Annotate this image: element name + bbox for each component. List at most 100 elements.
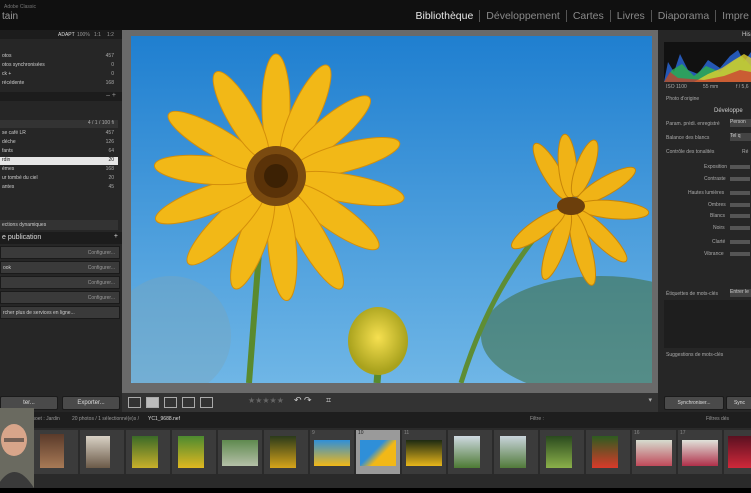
collection-item[interactable]: se café LR457 [0, 130, 118, 138]
filmstrip-thumb[interactable] [448, 430, 492, 474]
find-more-services[interactable]: rcher plus de services en ligne... [0, 306, 120, 319]
slider-label: Clarté [712, 239, 725, 245]
collection-label: rdin [2, 157, 10, 163]
clarity-slider[interactable] [730, 240, 750, 244]
keywords-input[interactable]: Entrer le [730, 289, 751, 297]
zoom-1-2[interactable]: 1:2 [107, 32, 114, 38]
zoom-1-1[interactable]: 1:1 [94, 32, 101, 38]
filmstrip-thumb[interactable] [218, 430, 262, 474]
catalog-row[interactable]: récédente168 [0, 80, 118, 88]
catalog-row[interactable]: otos synchronisées 0 [0, 62, 118, 70]
module-library[interactable]: Bibliothèque [410, 10, 480, 22]
grid-view-icon[interactable] [128, 397, 141, 408]
slider-label: Ombres [708, 202, 726, 208]
filmstrip-thumb[interactable] [586, 430, 630, 474]
module-maps[interactable]: Cartes [566, 10, 610, 22]
quick-develop-title: Développe [714, 108, 743, 114]
filmstrip-thumb[interactable]: 17 [678, 430, 722, 474]
main-photo[interactable] [131, 36, 652, 383]
survey-view-icon[interactable] [182, 397, 195, 408]
compare-view-icon[interactable] [164, 397, 177, 408]
rotate-icon[interactable]: ↶ ↷ [294, 395, 312, 406]
toolbar-menu-icon[interactable]: ▾ [648, 396, 652, 404]
publish-services-header: e publication + [0, 232, 122, 244]
filmstrip-source[interactable]: ssoet : Jardin [30, 416, 60, 422]
collapse-icon[interactable]: – + [106, 92, 116, 99]
whites-slider[interactable] [730, 214, 750, 218]
filmstrip-thumb-selected[interactable]: 10 [356, 430, 400, 474]
collection-item[interactable]: déche126 [0, 139, 118, 147]
filmstrip-thumb[interactable] [80, 430, 124, 474]
catalog-row-count: 0 [111, 62, 114, 68]
configure-link[interactable]: Configurer... [88, 280, 115, 286]
module-print[interactable]: Impre [715, 10, 751, 22]
catalog-row[interactable]: otos457 [0, 53, 118, 61]
filmstrip-thumb[interactable] [172, 430, 216, 474]
slider-label: Exposition [704, 164, 727, 170]
tone-reset[interactable]: Ré [742, 149, 748, 155]
people-view-icon[interactable] [200, 397, 213, 408]
sync-metadata-button[interactable]: Sync [726, 396, 751, 410]
publish-service[interactable]: Configurer... [0, 291, 120, 304]
collection-label: déche [2, 139, 16, 145]
publish-service[interactable]: ookConfigurer... [0, 261, 120, 274]
publish-service[interactable]: Configurer... [0, 276, 120, 289]
configure-link[interactable]: Configurer... [88, 265, 115, 271]
filmstrip-thumb[interactable] [34, 430, 78, 474]
contrast-slider[interactable] [730, 177, 750, 181]
publish-service[interactable]: Configurer... [0, 246, 120, 259]
configure-link[interactable]: Configurer... [88, 250, 115, 256]
zoom-adapt[interactable]: ADAPT [58, 32, 75, 38]
catalog-row-label: otos [2, 53, 11, 59]
navigator-header: ADAPT 100% 1:1 1:2 [0, 30, 122, 39]
thumb-number: 17 [680, 430, 686, 436]
collection-label: ur tombé du ciel [2, 175, 38, 181]
collection-item[interactable]: fants64 [0, 148, 118, 156]
catalog-row[interactable]: ck +0 [0, 71, 118, 79]
dynamic-collections-row[interactable]: ections dynamiques [0, 220, 118, 230]
collection-item[interactable]: antes45 [0, 184, 118, 192]
vibrance-slider[interactable] [730, 252, 750, 256]
export-button[interactable]: Exporter... [62, 396, 120, 410]
flag-grid-icon[interactable]: ⌗ [326, 395, 331, 406]
collection-item-selected[interactable]: rdin20 [0, 157, 118, 165]
filter-label: Filtre : [530, 416, 544, 422]
histogram[interactable] [664, 42, 751, 82]
folders-header: – + [0, 92, 122, 101]
module-develop[interactable]: Développement [479, 10, 566, 22]
filmstrip-thumb[interactable] [264, 430, 308, 474]
configure-link[interactable]: Configurer... [88, 295, 115, 301]
filmstrip-thumb[interactable]: 16 [632, 430, 676, 474]
zoom-100[interactable]: 100% [77, 32, 90, 38]
synchronize-button[interactable]: Synchroniser... [664, 396, 724, 410]
filmstrip-thumb[interactable] [724, 430, 751, 474]
preset-select[interactable]: Person [730, 119, 751, 127]
brand-line-1: Adobe Classic [4, 4, 36, 10]
add-service-icon[interactable]: + [114, 233, 118, 240]
filmstrip-thumb[interactable] [494, 430, 538, 474]
module-books[interactable]: Livres [610, 10, 651, 22]
collection-item[interactable]: ur tombé du ciel20 [0, 175, 118, 183]
sunflower-image [131, 36, 652, 383]
shadows-slider[interactable] [730, 203, 750, 207]
filmstrip-filename[interactable]: YC1_9688.nef [148, 416, 180, 422]
keywords-box[interactable] [664, 300, 751, 348]
wb-select[interactable]: Tel q [730, 133, 751, 141]
blacks-slider[interactable] [730, 226, 750, 230]
publish-header-label: e publication [2, 234, 41, 241]
filmstrip-thumb[interactable]: 9 [310, 430, 354, 474]
exposure-slider[interactable] [730, 165, 750, 169]
loupe-view-icon[interactable] [146, 397, 159, 408]
catalog-row-label: otos synchronisées [2, 62, 45, 68]
filmstrip-thumb[interactable] [540, 430, 584, 474]
collection-filter[interactable]: 4 / 1 / 100 fi [0, 120, 118, 128]
filter-value[interactable]: Filtres dés [706, 416, 729, 422]
module-slideshow[interactable]: Diaporama [651, 10, 715, 22]
rating-stars[interactable]: ★★★★★ [248, 396, 284, 405]
highlights-slider[interactable] [730, 191, 750, 195]
wb-label: Balance des blancs [666, 135, 709, 141]
filmstrip-thumb[interactable]: 11 [402, 430, 446, 474]
original-photo-checkbox[interactable]: Photo d'origine [666, 96, 699, 102]
filmstrip-thumb[interactable] [126, 430, 170, 474]
collection-item[interactable]: émes168 [0, 166, 118, 174]
